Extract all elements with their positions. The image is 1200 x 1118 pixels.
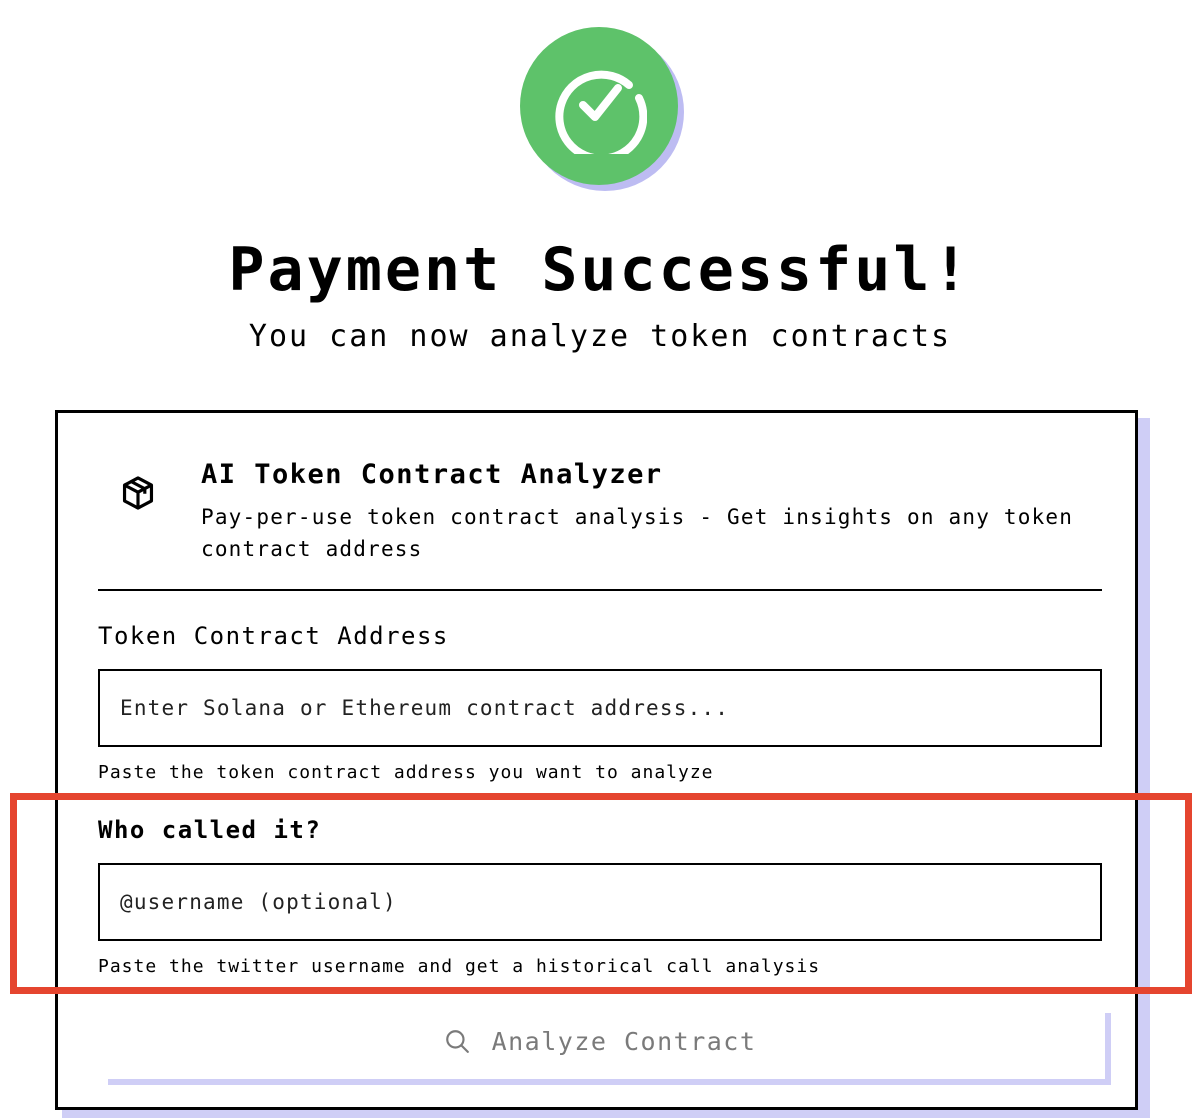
caller-label: Who called it? [98,816,322,844]
page-title: Payment Successful! [228,235,972,305]
analyze-button-label: Analyze Contract [491,1026,757,1056]
search-icon [445,1030,469,1053]
contract-address-label: Token Contract Address [98,622,449,650]
card-description: Pay-per-use token contract analysis - Ge… [201,505,1074,561]
page-subtitle: You can now analyze token contracts [248,319,952,354]
contract-address-input[interactable] [98,669,1102,747]
check-circle-icon [555,70,647,154]
contract-address-hint: Paste the token contract address you wan… [98,762,714,783]
analyze-contract-button[interactable]: Analyze Contract [98,1005,1102,1077]
twitter-username-hint: Paste the twitter username and get a his… [98,956,821,977]
divider [98,589,1102,591]
success-badge [520,27,678,185]
card-title: AI Token Contract Analyzer [201,459,663,490]
cube-icon [122,476,154,510]
twitter-username-input[interactable] [98,863,1102,941]
analyzer-card: AI Token Contract Analyzer Pay-per-use t… [55,410,1138,1110]
